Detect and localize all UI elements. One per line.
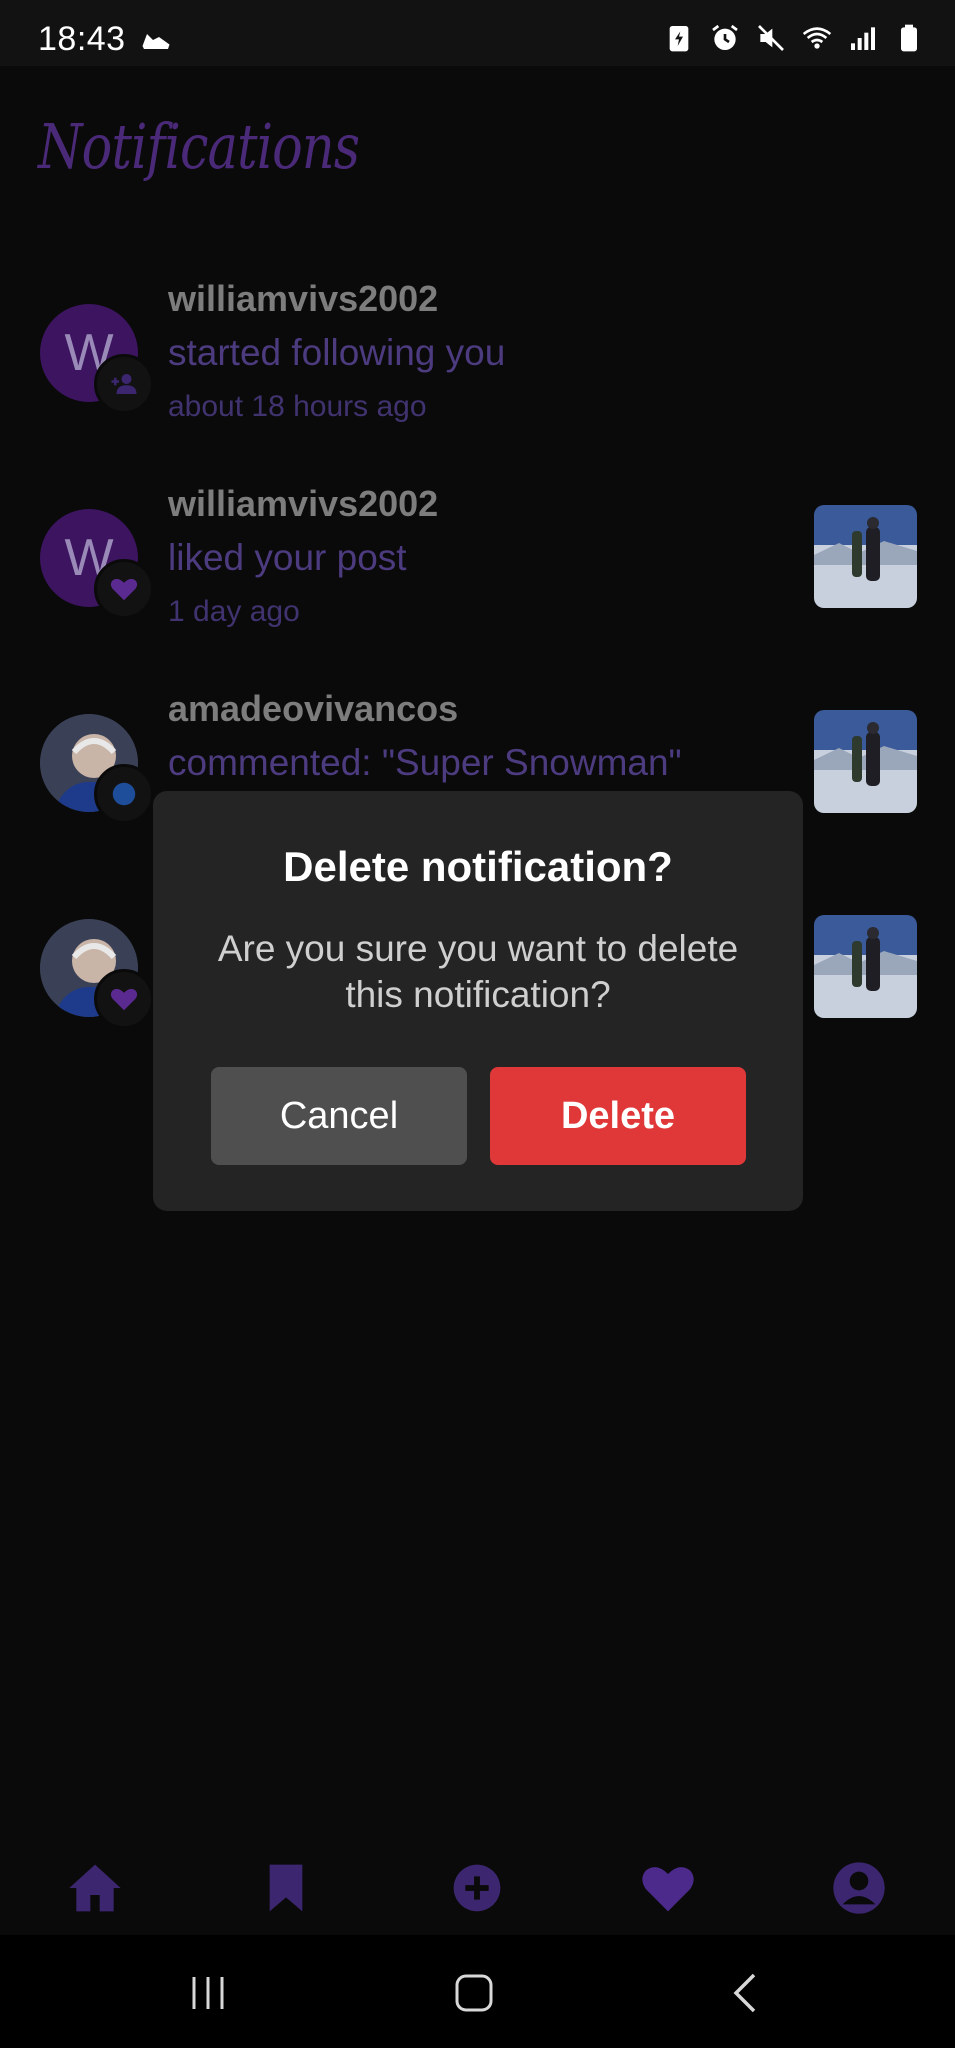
system-nav-bar (0, 1935, 955, 2048)
nav-home[interactable] (65, 1858, 125, 1918)
follow-badge (94, 354, 154, 414)
dialog-title: Delete notification? (283, 843, 673, 890)
alarm-icon (712, 24, 738, 50)
notification-time: about 18 hours ago (168, 390, 427, 423)
wifi-icon (802, 27, 832, 49)
shoe-icon (142, 34, 170, 49)
status-bar: 18:43 (0, 0, 955, 66)
person-add-icon (111, 374, 137, 394)
notification-item[interactable]: W williamvivs2002 started following you … (0, 278, 955, 448)
battery-saver-icon (669, 26, 689, 52)
recents-icon[interactable] (186, 1971, 230, 2015)
nav-activity[interactable] (638, 1858, 698, 1918)
heart-icon (642, 1867, 694, 1912)
status-icons (663, 22, 925, 54)
nav-saved[interactable] (256, 1858, 316, 1918)
home-button-icon[interactable] (452, 1971, 496, 2015)
notification-item[interactable]: W williamvivs2002 liked your post 1 day … (0, 483, 955, 653)
delete-button[interactable]: Delete (490, 1067, 746, 1165)
signal-icon (851, 27, 875, 50)
back-icon[interactable] (724, 1971, 768, 2015)
post-thumbnail[interactable] (814, 710, 917, 813)
heart-icon (110, 578, 138, 601)
notification-username[interactable]: amadeovivancos (168, 688, 458, 730)
cancel-button[interactable]: Cancel (211, 1067, 467, 1165)
home-icon (69, 1864, 121, 1912)
page-title: Notifications (38, 110, 360, 183)
notification-action: started following you (168, 332, 506, 373)
like-badge (94, 559, 154, 619)
notification-action: liked your post (168, 537, 407, 578)
bookmark-icon (269, 1864, 303, 1912)
app-screen: 18:43 Notifications W williamvivs2002 st… (0, 0, 955, 2048)
add-circle-icon (453, 1864, 501, 1912)
nav-profile[interactable] (829, 1858, 889, 1918)
notification-action: commented: "Super Snowman" (168, 742, 682, 783)
snow-photo-icon (814, 505, 917, 608)
snow-photo-icon (814, 915, 917, 1018)
post-thumbnail[interactable] (814, 505, 917, 608)
bottom-nav (0, 1840, 955, 1935)
comment-badge (94, 764, 154, 824)
battery-icon (901, 24, 917, 52)
mute-icon (758, 25, 784, 51)
comment-icon (112, 782, 136, 806)
like-badge (94, 969, 154, 1029)
status-time: 18:43 (38, 20, 126, 58)
notification-username[interactable]: williamvivs2002 (168, 278, 438, 320)
delete-dialog: Delete notification? Are you sure you wa… (153, 791, 803, 1211)
post-thumbnail[interactable] (814, 915, 917, 1018)
heart-icon (110, 988, 138, 1011)
account-circle-icon (833, 1862, 885, 1914)
notification-time: 1 day ago (168, 595, 300, 628)
notification-username[interactable]: williamvivs2002 (168, 483, 438, 525)
snow-photo-icon (814, 710, 917, 813)
nav-create[interactable] (447, 1858, 507, 1918)
dialog-message: Are you sure you want to delete this not… (217, 928, 739, 1015)
